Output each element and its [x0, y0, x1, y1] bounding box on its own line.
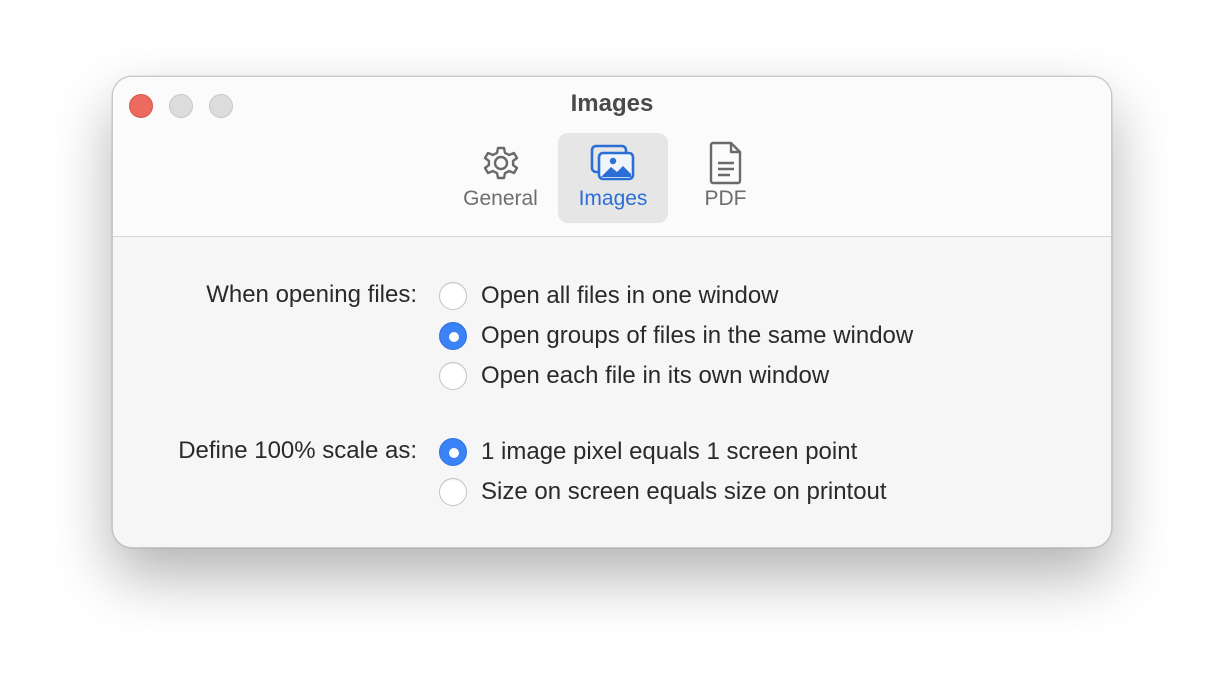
gear-icon [483, 146, 518, 180]
tab-pdf[interactable]: PDF [678, 133, 773, 223]
window-title: Images [570, 90, 654, 117]
tab-label: PDF [704, 187, 747, 210]
tab-label: General [463, 187, 538, 210]
open-files-label: When opening files: [206, 281, 417, 308]
tab-general[interactable]: General [453, 133, 548, 223]
option-label: Size on screen equals size on printout [481, 478, 887, 505]
radio-button[interactable] [439, 438, 467, 466]
radio-button[interactable] [439, 362, 467, 390]
radio-pixel-equals-point[interactable]: 1 image pixel equals 1 screen point [439, 437, 857, 467]
radio-open-groups-same-window[interactable]: Open groups of files in the same window [439, 321, 913, 351]
tab-images[interactable]: Images [558, 133, 668, 223]
photos-icon [590, 144, 635, 181]
tab-label: Images [578, 187, 648, 210]
radio-button[interactable] [439, 478, 467, 506]
radio-button[interactable] [439, 282, 467, 310]
titlebar: Images General Images PDF [113, 77, 1111, 237]
option-label: Open each file in its own window [481, 362, 830, 389]
radio-open-each-own-window[interactable]: Open each file in its own window [439, 361, 829, 391]
option-label: Open groups of files in the same window [481, 322, 914, 349]
radio-open-all-one-window[interactable]: Open all files in one window [439, 281, 779, 311]
radio-button[interactable] [439, 322, 467, 350]
preferences-window: Images General Images PDF When opening f… [112, 76, 1112, 548]
document-icon [709, 141, 741, 185]
option-label: 1 image pixel equals 1 screen point [481, 438, 858, 465]
scale-label: Define 100% scale as: [178, 437, 417, 464]
option-label: Open all files in one window [481, 282, 779, 309]
radio-size-equals-printout[interactable]: Size on screen equals size on printout [439, 477, 887, 507]
